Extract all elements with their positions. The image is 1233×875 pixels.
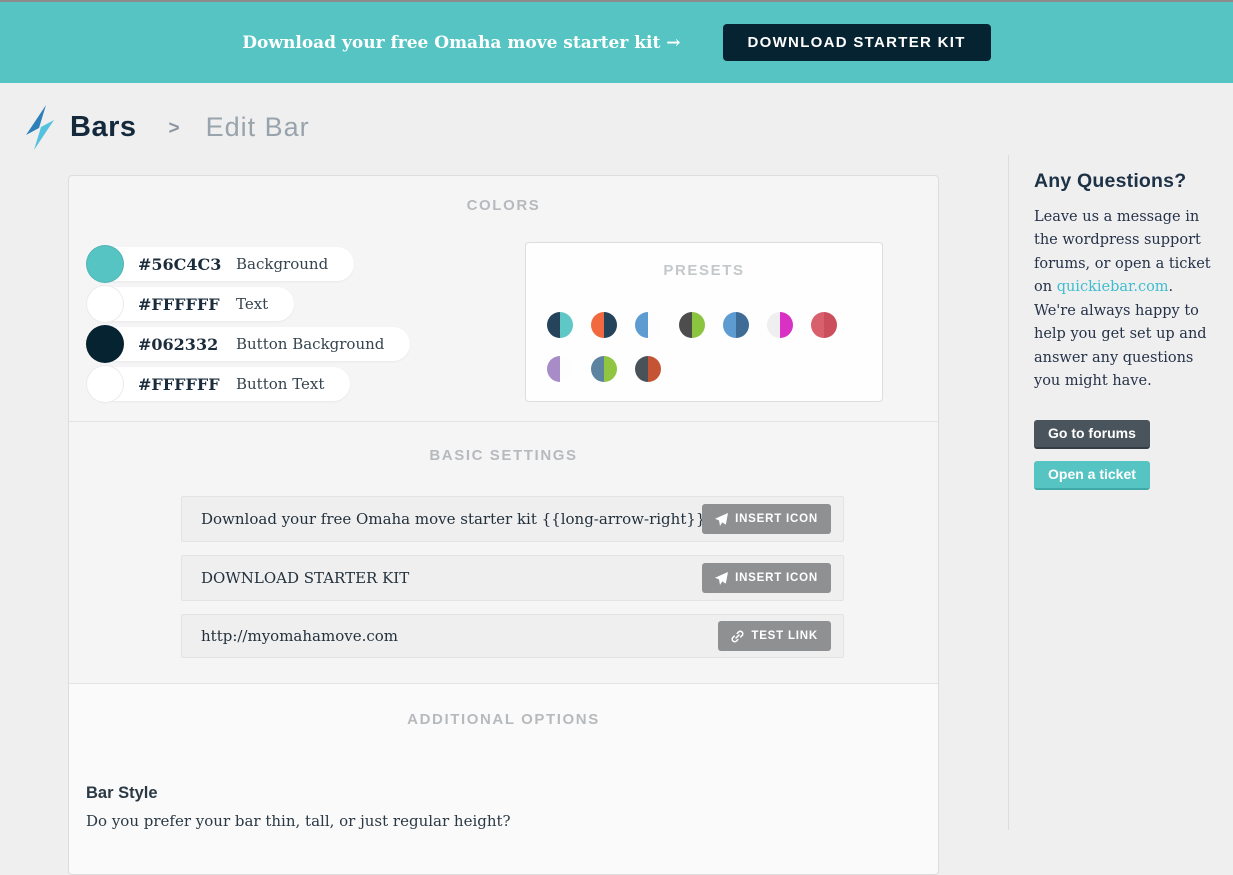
preset-swatch[interactable]	[591, 312, 617, 338]
color-hex-value: #56C4C3	[138, 254, 222, 274]
additional-options-title: ADDITIONAL OPTIONS	[407, 711, 600, 728]
color-swatch-list: #56C4C3 Background #FFFFFF Text #062332 …	[86, 245, 411, 405]
presets-title: PRESETS	[663, 262, 745, 279]
preset-swatch[interactable]	[679, 312, 705, 338]
preset-swatch[interactable]	[591, 356, 617, 382]
colors-section: COLORS #56C4C3 Background #FFFFFF Text #…	[69, 176, 938, 421]
preset-swatch[interactable]	[635, 356, 661, 382]
color-swatch-circle[interactable]	[86, 245, 124, 283]
button-text-field-row: INSERT ICON	[181, 555, 844, 601]
help-text-after-link: . We're always happy to help you get set…	[1034, 279, 1207, 390]
link-url-field-row: TEST LINK	[181, 614, 844, 658]
insert-icon-button[interactable]: INSERT ICON	[702, 563, 831, 593]
breadcrumb-separator: >	[168, 118, 180, 139]
bar-preview-message: Download your free Omaha move starter ki…	[242, 32, 681, 53]
color-hex-value: #FFFFFF	[138, 374, 220, 394]
color-swatch-label: Background	[236, 255, 329, 273]
preset-swatch-grid	[547, 312, 837, 400]
test-link-button[interactable]: TEST LINK	[718, 621, 831, 651]
go-to-forums-button[interactable]: Go to forums	[1034, 419, 1150, 449]
color-swatch-label: Button Background	[236, 335, 385, 353]
help-sidebar-heading: Any Questions?	[1034, 170, 1187, 192]
basic-settings-title: BASIC SETTINGS	[429, 447, 578, 464]
open-a-ticket-button[interactable]: Open a ticket	[1034, 460, 1150, 490]
link-url-input[interactable]	[201, 627, 719, 645]
color-swatch-circle[interactable]	[86, 365, 124, 403]
preset-swatch[interactable]	[811, 312, 837, 338]
color-swatch-circle[interactable]	[86, 325, 124, 363]
help-sidebar-text: Leave us a message in the wordpress supp…	[1034, 206, 1216, 394]
color-swatch-row-button-background[interactable]: #062332 Button Background	[86, 325, 411, 363]
quickiebar-link[interactable]: quickiebar.com	[1057, 279, 1169, 295]
insert-icon-label: INSERT ICON	[735, 513, 818, 525]
preset-swatch[interactable]	[723, 312, 749, 338]
basic-settings-fields: INSERT ICON INSERT ICON	[181, 496, 844, 671]
basic-settings-section: BASIC SETTINGS INSERT ICON INSERT ICO	[69, 421, 938, 683]
color-swatch-pill: #56C4C3 Background	[88, 247, 355, 281]
color-hex-value: #062332	[138, 334, 219, 354]
bar-preview-button[interactable]: DOWNLOAD STARTER KIT	[722, 24, 991, 61]
help-sidebar: Any Questions? Leave us a message in the…	[1008, 155, 1233, 830]
color-swatch-row-text[interactable]: #FFFFFF Text	[86, 285, 410, 323]
button-text-input[interactable]	[201, 569, 703, 587]
breadcrumb-bars[interactable]: Bars	[70, 111, 137, 144]
additional-options-section: ADDITIONAL OPTIONS Bar Style Do you pref…	[69, 683, 938, 874]
paper-plane-icon	[715, 571, 729, 585]
color-swatch-pill: #062332 Button Background	[88, 327, 411, 361]
bar-text-field-row: INSERT ICON	[181, 496, 844, 542]
color-swatch-row-button-text[interactable]: #FFFFFF Button Text	[86, 365, 410, 403]
paper-plane-icon	[715, 512, 729, 526]
preset-swatch[interactable]	[547, 312, 573, 338]
link-icon	[731, 630, 744, 642]
preset-swatch[interactable]	[767, 312, 793, 338]
test-link-label: TEST LINK	[751, 630, 818, 642]
preset-swatch[interactable]	[635, 312, 661, 338]
color-swatch-circle[interactable]	[86, 285, 124, 323]
edit-bar-panel: COLORS #56C4C3 Background #FFFFFF Text #…	[68, 175, 939, 875]
color-hex-value: #FFFFFF	[138, 294, 220, 314]
colors-section-title: COLORS	[466, 197, 541, 214]
color-swatch-pill: #FFFFFF Button Text	[88, 367, 351, 401]
bar-style-heading: Bar Style	[86, 784, 158, 802]
bar-text-input[interactable]	[201, 510, 703, 528]
color-swatch-label: Button Text	[236, 375, 325, 393]
color-swatch-label: Text	[236, 295, 269, 313]
insert-icon-label: INSERT ICON	[735, 572, 818, 584]
quickiebar-bolt-icon	[26, 104, 54, 150]
bar-preview: Download your free Omaha move starter ki…	[0, 2, 1233, 83]
color-swatch-row-background[interactable]: #56C4C3 Background	[86, 245, 410, 283]
preset-swatch[interactable]	[547, 356, 573, 382]
page-title: Edit Bar	[205, 111, 310, 142]
bar-style-description: Do you prefer your bar thin, tall, or ju…	[86, 812, 511, 830]
insert-icon-button[interactable]: INSERT ICON	[702, 504, 831, 534]
presets-panel: PRESETS	[525, 242, 883, 402]
